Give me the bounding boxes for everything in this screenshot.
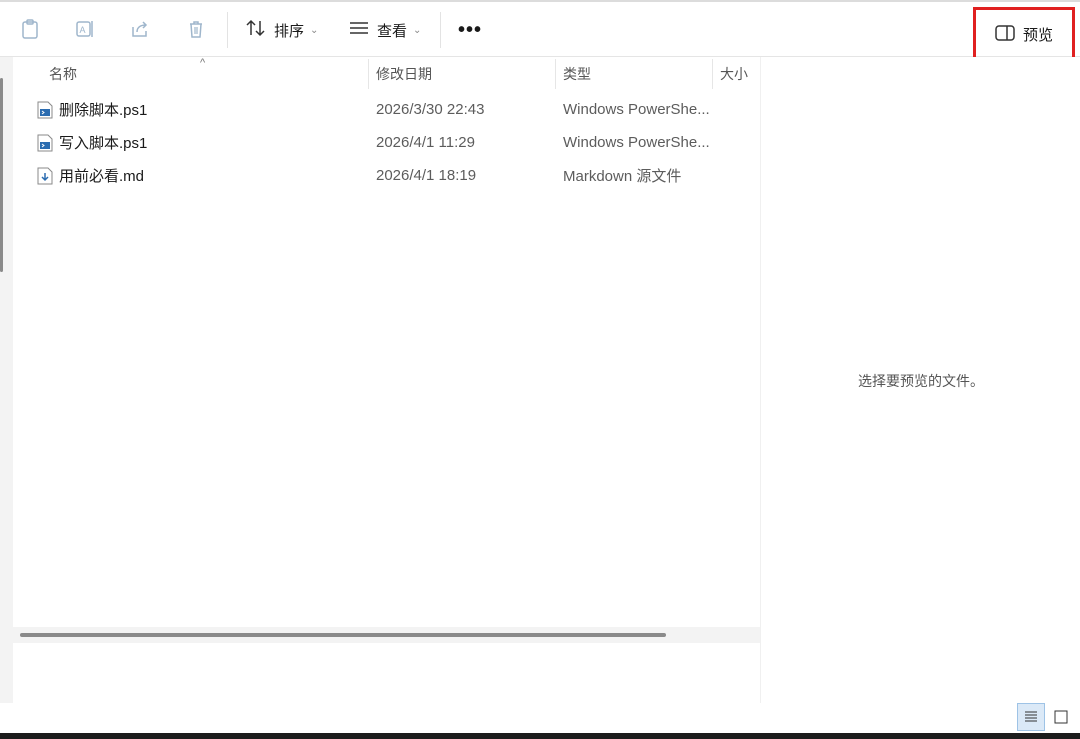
preview-pane: 选择要预览的文件。 bbox=[760, 57, 1080, 703]
window-bottom-edge bbox=[0, 733, 1080, 739]
sort-ascending-indicator: ^ bbox=[200, 57, 206, 69]
file-row[interactable]: 删除脚本.ps1 2026/3/30 22:43 Windows PowerSh… bbox=[13, 93, 760, 126]
file-type: Windows PowerShe... bbox=[563, 134, 710, 151]
command-bar: A 排序 ⌄ 查看 ⌄ ••• 预览 bbox=[0, 0, 1080, 62]
more-options-button[interactable]: ••• bbox=[458, 20, 482, 40]
column-divider[interactable] bbox=[712, 59, 713, 89]
column-divider[interactable] bbox=[368, 59, 369, 89]
chevron-down-icon: ⌄ bbox=[413, 24, 422, 36]
large-icons-view-button[interactable] bbox=[1050, 706, 1072, 728]
file-date: 2026/3/30 22:43 bbox=[376, 101, 485, 118]
file-name: 删除脚本.ps1 bbox=[59, 102, 148, 119]
svg-text:A: A bbox=[80, 25, 86, 35]
file-name: 用前必看.md bbox=[59, 168, 145, 185]
column-name[interactable]: 名称 bbox=[49, 57, 77, 91]
file-row[interactable]: 写入脚本.ps1 2026/4/1 11:29 Windows PowerShe… bbox=[13, 126, 760, 159]
view-button[interactable]: 查看 ⌄ bbox=[349, 14, 421, 46]
markdown-file-icon bbox=[37, 167, 53, 184]
preview-pane-button[interactable]: 预览 bbox=[973, 7, 1075, 62]
chevron-down-icon: ⌄ bbox=[310, 24, 319, 36]
file-type: Windows PowerShe... bbox=[563, 101, 710, 118]
clipboard-icon[interactable] bbox=[15, 14, 45, 44]
delete-icon[interactable] bbox=[181, 14, 211, 44]
preview-label: 预览 bbox=[1022, 27, 1053, 44]
column-type[interactable]: 类型 bbox=[563, 57, 591, 91]
toolbar-divider bbox=[440, 12, 441, 48]
vertical-scrollbar[interactable] bbox=[0, 78, 3, 272]
details-view-button[interactable] bbox=[1017, 703, 1045, 731]
column-size[interactable]: 大小 bbox=[720, 57, 748, 91]
file-list-pane: ^ 名称 修改日期 类型 大小 删除脚本.ps1 2026/3/30 22:43… bbox=[13, 57, 760, 703]
view-label: 查看 bbox=[377, 22, 408, 40]
sort-icon bbox=[246, 19, 266, 41]
tiles-view-icon bbox=[1054, 710, 1068, 724]
powershell-file-icon bbox=[37, 134, 53, 151]
file-date: 2026/4/1 11:29 bbox=[376, 134, 475, 151]
file-type: Markdown 源文件 bbox=[563, 168, 682, 185]
sort-button[interactable]: 排序 ⌄ bbox=[246, 14, 318, 46]
column-date[interactable]: 修改日期 bbox=[376, 57, 432, 91]
horizontal-scrollbar[interactable] bbox=[20, 633, 666, 637]
column-header: ^ 名称 修改日期 类型 大小 bbox=[13, 57, 760, 91]
powershell-file-icon bbox=[37, 101, 53, 118]
share-icon[interactable] bbox=[125, 14, 155, 44]
preview-pane-icon bbox=[995, 24, 1015, 45]
file-name: 写入脚本.ps1 bbox=[59, 135, 148, 152]
column-divider[interactable] bbox=[555, 59, 556, 89]
sort-label: 排序 bbox=[274, 22, 305, 40]
details-view-icon bbox=[1025, 711, 1037, 722]
rename-icon[interactable]: A bbox=[70, 14, 100, 44]
file-date: 2026/4/1 18:19 bbox=[376, 167, 477, 184]
file-row[interactable]: 用前必看.md 2026/4/1 18:19 Markdown 源文件 bbox=[13, 159, 760, 192]
preview-placeholder-text: 选择要预览的文件。 bbox=[858, 373, 984, 389]
status-bar bbox=[0, 703, 1080, 733]
view-icon bbox=[349, 20, 369, 40]
toolbar-divider bbox=[227, 12, 228, 48]
